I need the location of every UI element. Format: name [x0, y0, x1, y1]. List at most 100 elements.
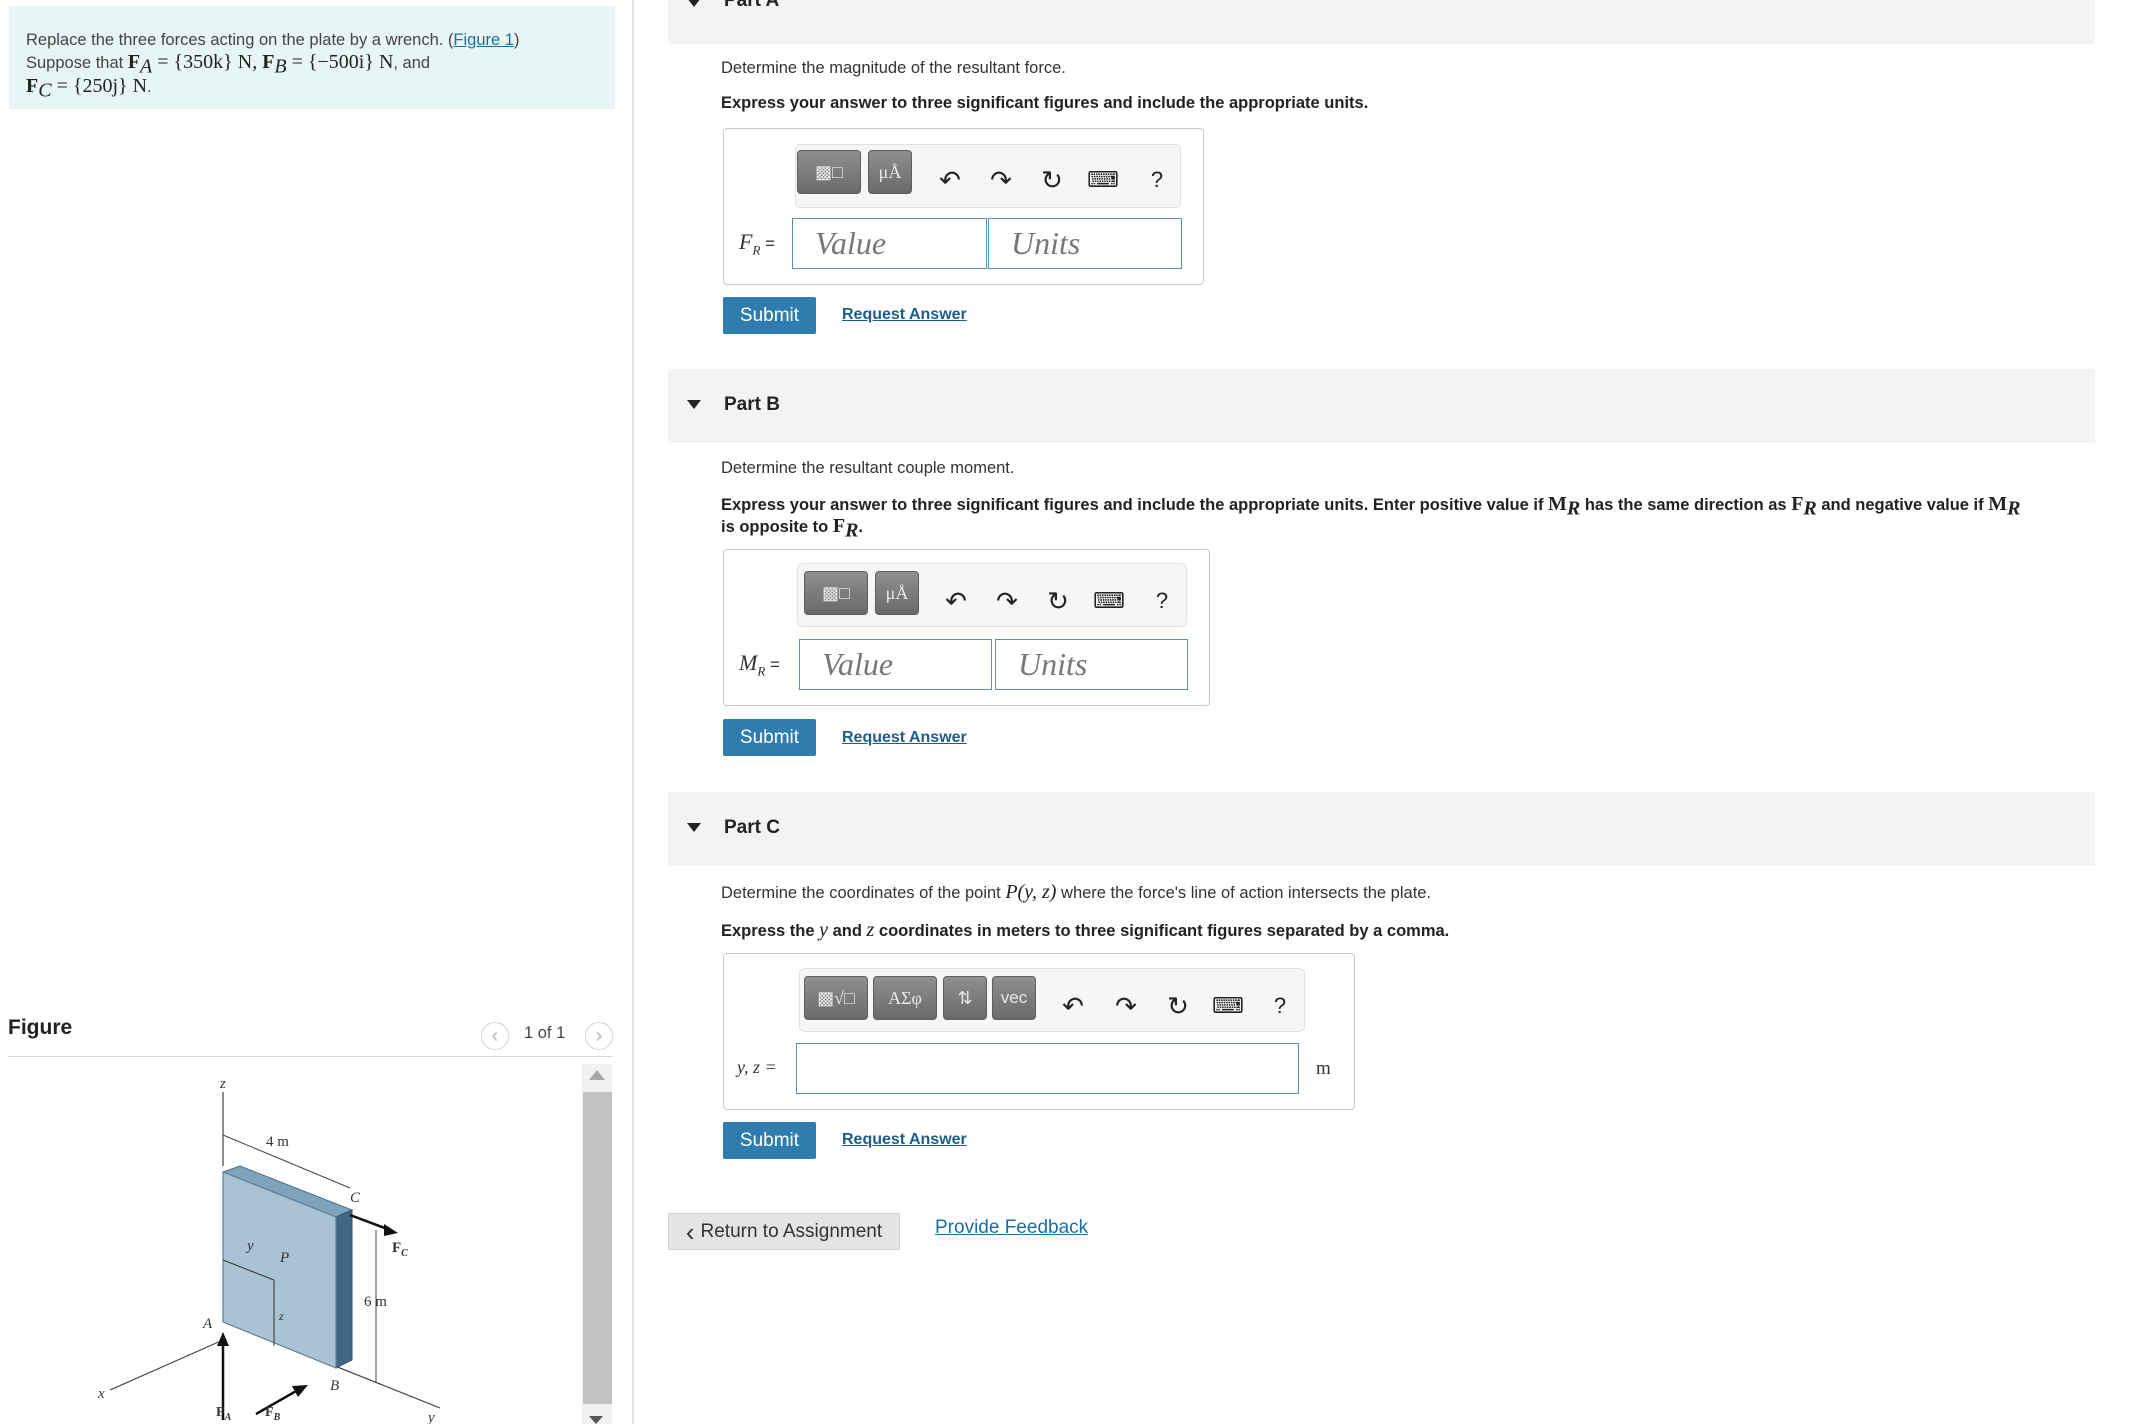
- plate-side-edge: [335, 1209, 353, 1369]
- figure-prev-button[interactable]: ‹: [481, 1022, 509, 1050]
- figure-title: Figure: [8, 1016, 73, 1039]
- part-c-title: Part C: [724, 817, 780, 838]
- part-c-coordinates-input[interactable]: [796, 1043, 1299, 1094]
- keyboard-icon[interactable]: ⌨: [1093, 586, 1125, 616]
- template-icon: ▩□: [822, 582, 850, 603]
- label-x-axis: x: [97, 1386, 105, 1402]
- return-to-assignment-button[interactable]: ‹ Return to Assignment: [668, 1213, 900, 1250]
- help-button[interactable]: ?: [1265, 991, 1295, 1021]
- part-c-request-answer-link[interactable]: Request Answer: [842, 1131, 967, 1149]
- template-icon: ▩□: [815, 161, 843, 182]
- part-c-arrows-button[interactable]: ⇅: [943, 976, 987, 1020]
- collapse-triangle-icon: [687, 0, 701, 7]
- part-a-submit-button[interactable]: Submit: [723, 297, 816, 334]
- part-c-unit-label: m: [1316, 1058, 1331, 1079]
- reset-icon[interactable]: ↻: [1037, 165, 1067, 195]
- part-a-value-input[interactable]: Value: [792, 218, 987, 269]
- part-b-value-input[interactable]: Value: [799, 639, 992, 690]
- fb-value: = {−500i} N: [286, 51, 394, 73]
- part-a-field-label: FR =: [739, 229, 776, 258]
- undo-icon[interactable]: ↶: [935, 165, 965, 195]
- redo-icon[interactable]: ↷: [1111, 991, 1141, 1021]
- label-6m: 6 m: [364, 1294, 387, 1310]
- part-c-vec-button[interactable]: vec: [992, 976, 1036, 1020]
- keyboard-icon[interactable]: ⌨: [1212, 991, 1244, 1021]
- label-a: A: [202, 1316, 213, 1332]
- part-b-header[interactable]: Part B: [668, 369, 2095, 443]
- scroll-down-arrow-icon[interactable]: [589, 1416, 603, 1424]
- problem-line-2: Suppose that FA = {350k} N, FB = {−500i}…: [26, 51, 430, 77]
- redo-icon[interactable]: ↷: [992, 586, 1022, 616]
- part-b-request-answer-link[interactable]: Request Answer: [842, 729, 967, 747]
- problem-paren: ): [513, 31, 520, 49]
- part-c-submit-button[interactable]: Submit: [723, 1122, 816, 1159]
- problem-suppose-text: Suppose that: [26, 54, 128, 72]
- fc-subscript: C: [38, 79, 52, 102]
- part-b-units-input[interactable]: Units: [995, 639, 1188, 690]
- collapse-triangle-icon: [687, 400, 701, 409]
- chevron-right-icon: ›: [595, 1024, 603, 1047]
- x-axis-line: [109, 1339, 224, 1391]
- problem-and-text: , and: [393, 54, 431, 72]
- part-c-field-label: y, z =: [737, 1057, 777, 1077]
- keyboard-icon[interactable]: ⌨: [1087, 165, 1119, 195]
- collapse-triangle-icon: [687, 823, 701, 832]
- label-fb: FB: [265, 1405, 281, 1423]
- figure-next-button[interactable]: ›: [585, 1022, 613, 1050]
- reset-icon[interactable]: ↻: [1163, 991, 1193, 1021]
- fc-symbol: F: [26, 75, 39, 97]
- undo-icon[interactable]: ↶: [941, 586, 971, 616]
- label-c: C: [350, 1190, 361, 1206]
- part-a-template-button[interactable]: ▩□: [797, 150, 861, 194]
- label-4m: 4 m: [266, 1134, 289, 1150]
- updown-arrows-icon: ⇅: [957, 987, 973, 1008]
- label-y-axis: y: [426, 1410, 435, 1424]
- undo-icon[interactable]: ↶: [1058, 991, 1088, 1021]
- label-z-axis: z: [219, 1076, 226, 1092]
- part-c-instruction: Express the y and z coordinates in meter…: [721, 919, 1450, 941]
- part-a-header[interactable]: Part A: [668, 0, 2095, 44]
- part-b-units-button[interactable]: μÅ: [875, 571, 919, 615]
- part-b-question: Determine the resultant couple moment.: [721, 459, 1015, 477]
- figure-scroll-thumb[interactable]: [583, 1092, 612, 1404]
- figure-pager: 1 of 1: [524, 1024, 566, 1042]
- part-a-units-button[interactable]: μÅ: [868, 150, 912, 194]
- part-b-template-button[interactable]: ▩□: [804, 571, 868, 615]
- part-a-question: Determine the magnitude of the resultant…: [721, 59, 1066, 77]
- figure-divider: [8, 1056, 613, 1057]
- part-a-title: Part A: [724, 0, 780, 11]
- figure-link[interactable]: Figure 1: [453, 31, 514, 49]
- part-c-template-button[interactable]: ▩√□: [804, 976, 868, 1020]
- part-c-header[interactable]: Part C: [668, 792, 2095, 866]
- part-a-request-answer-link[interactable]: Request Answer: [842, 306, 967, 324]
- fb-subscript: B: [274, 55, 287, 78]
- problem-line-3: FC = {250j} N.: [26, 75, 152, 101]
- part-b-field-label: MR =: [739, 650, 780, 679]
- help-button[interactable]: ?: [1147, 586, 1177, 616]
- help-button[interactable]: ?: [1142, 165, 1172, 195]
- chevron-left-icon: ‹: [685, 1216, 695, 1247]
- scroll-up-arrow-icon[interactable]: [589, 1070, 605, 1080]
- label-inner-z: z: [278, 1309, 284, 1323]
- panel-divider: [632, 0, 634, 1424]
- part-a-instruction: Express your answer to three significant…: [721, 94, 1369, 112]
- label-fc: FC: [392, 1240, 408, 1259]
- part-b-submit-button[interactable]: Submit: [723, 719, 816, 756]
- chevron-left-icon: ‹: [491, 1024, 499, 1047]
- fc-value: = {250j} N: [51, 75, 148, 97]
- redo-icon[interactable]: ↷: [986, 165, 1016, 195]
- part-c-question: Determine the coordinates of the point P…: [721, 881, 1432, 903]
- fb-symbol: F: [262, 51, 275, 73]
- part-b-instruction: Express your answer to three significant…: [721, 493, 2021, 520]
- reset-icon[interactable]: ↻: [1043, 586, 1073, 616]
- provide-feedback-link[interactable]: Provide Feedback: [935, 1217, 1088, 1239]
- plate-figure: z x y C P A B y z 4 m 6 m FC FA FB: [97, 1076, 441, 1424]
- problem-intro-text: Replace the three forces acting on the p…: [26, 31, 454, 49]
- part-a-units-input[interactable]: Units: [988, 218, 1182, 269]
- label-fa: FA: [216, 1405, 232, 1423]
- sqrt-template-icon: ▩√□: [817, 987, 855, 1008]
- label-inner-y: y: [245, 1238, 254, 1254]
- fb-arrow: [255, 1388, 299, 1416]
- part-b-instruction-line-2: is opposite to FR.: [721, 515, 863, 542]
- part-c-greek-button[interactable]: ΑΣφ: [873, 976, 937, 1020]
